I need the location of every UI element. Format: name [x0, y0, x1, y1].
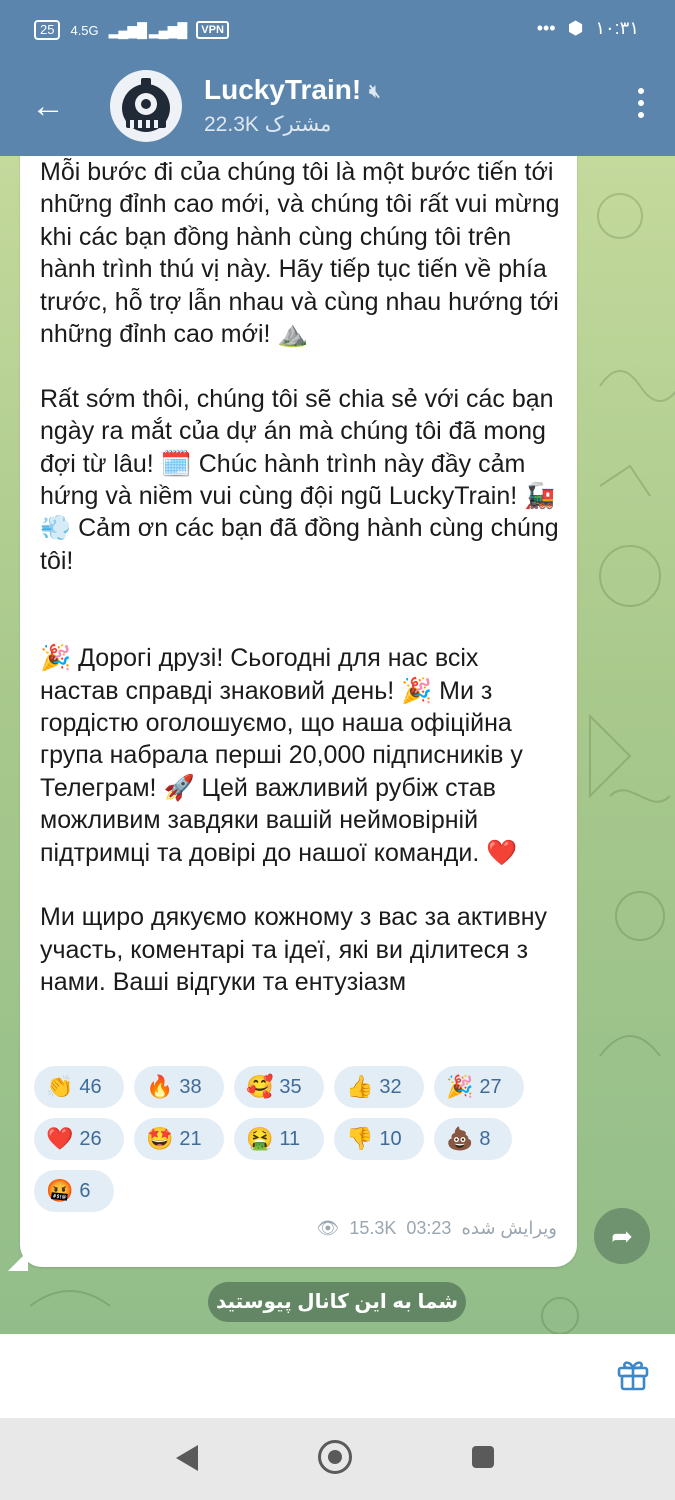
message-text: Mỗi bước đi của chúng tôi là một bước ti… — [40, 158, 560, 997]
more-notifications-icon: ••• — [536, 18, 556, 38]
status-bar: 25 4.5G ▂▄▆█ ▂▄▆█ VPN ••• ⬢ ۱۰:۳۱ — [0, 0, 675, 60]
reaction-emoji: 👎 — [346, 1126, 374, 1152]
reaction-emoji: ❤️ — [46, 1126, 74, 1152]
channel-title[interactable]: LuckyTrain! 🔇︎ — [204, 74, 381, 106]
reaction-count: 26 — [79, 1127, 102, 1150]
reaction-chip[interactable]: 👎 10 — [334, 1118, 424, 1160]
signal-icon: ▂▄▆█ ▂▄▆█ — [108, 21, 188, 38]
reaction-chip[interactable]: 🥰 35 — [234, 1066, 324, 1108]
reaction-emoji: 🎉 — [446, 1074, 474, 1100]
system-navigation-bar — [0, 1418, 675, 1500]
channel-header: 25 4.5G ▂▄▆█ ▂▄▆█ VPN ••• ⬢ ۱۰:۳۱ ← Luck… — [0, 0, 675, 156]
reaction-emoji: 💩 — [446, 1126, 474, 1152]
reaction-count: 46 — [79, 1075, 102, 1098]
app-notification-icon: ⬢ — [567, 18, 584, 38]
share-icon[interactable]: ➦ — [594, 1208, 650, 1264]
reaction-count: 27 — [479, 1075, 502, 1098]
reaction-chip[interactable]: 🤩 21 — [134, 1118, 224, 1160]
nav-back-icon[interactable] — [176, 1445, 198, 1471]
reaction-count: 10 — [379, 1127, 402, 1150]
reaction-emoji: 🥰 — [246, 1074, 274, 1100]
reaction-chip[interactable]: 🎉 27 — [434, 1066, 524, 1108]
reaction-count: 35 — [279, 1075, 302, 1098]
nav-home-icon[interactable] — [318, 1440, 352, 1474]
reaction-emoji: 🤩 — [146, 1126, 174, 1152]
train-logo-icon — [112, 72, 180, 140]
view-count: 15.3K — [349, 1218, 397, 1238]
message-time: 03:23 — [406, 1218, 452, 1238]
message-bubble[interactable]: Mỗi bước đi của chúng tôi là một bước ti… — [20, 156, 577, 1267]
reaction-chip[interactable]: 🤬 6 — [34, 1170, 114, 1212]
reaction-chip[interactable]: 👏 46 — [34, 1066, 124, 1108]
reaction-emoji: 👍 — [346, 1074, 374, 1100]
gift-icon[interactable] — [615, 1356, 651, 1392]
reaction-emoji: 🤬 — [46, 1178, 74, 1204]
reaction-emoji: 🤮 — [246, 1126, 274, 1152]
edited-label: ویرایش شده — [461, 1218, 557, 1238]
reaction-chip[interactable]: 🔥 38 — [134, 1066, 224, 1108]
battery-indicator: 25 — [34, 20, 61, 40]
vpn-badge: VPN — [196, 21, 229, 39]
reaction-count: 21 — [179, 1127, 202, 1150]
join-notice: شما به این کانال پیوستید — [208, 1282, 466, 1322]
channel-avatar[interactable] — [110, 70, 182, 142]
chat-area[interactable]: Mỗi bước đi của chúng tôi là một bước ti… — [0, 156, 675, 1334]
reaction-count: 6 — [79, 1179, 91, 1202]
status-time: ۱۰:۳۱ — [595, 18, 639, 38]
message-meta: 👁︎ 15.3K 03:23 ویرایش شده — [316, 1218, 557, 1239]
reaction-chip[interactable]: 💩 8 — [434, 1118, 512, 1160]
network-type: 4.5G — [70, 22, 99, 38]
reaction-chip[interactable]: ❤️ 26 — [34, 1118, 124, 1160]
channel-name: LuckyTrain! — [204, 74, 362, 105]
more-vertical-icon[interactable] — [633, 88, 649, 128]
reaction-count: 8 — [479, 1127, 491, 1150]
mute-icon: 🔇︎ — [369, 81, 381, 102]
reaction-emoji: 🔥 — [146, 1074, 174, 1100]
subscriber-count: 22.3K مشترک — [204, 113, 332, 136]
reaction-emoji: 👏 — [46, 1074, 74, 1100]
reaction-count: 11 — [279, 1127, 301, 1150]
nav-recents-icon[interactable] — [472, 1446, 494, 1468]
eye-icon: 👁︎ — [316, 1218, 340, 1238]
reaction-count: 32 — [379, 1075, 402, 1098]
reaction-chip[interactable]: 👍 32 — [334, 1066, 424, 1108]
back-arrow-icon[interactable]: ← — [28, 86, 68, 126]
bottom-action-bar — [0, 1334, 675, 1418]
reaction-chip[interactable]: 🤮 11 — [234, 1118, 324, 1160]
reaction-count: 38 — [179, 1075, 202, 1098]
